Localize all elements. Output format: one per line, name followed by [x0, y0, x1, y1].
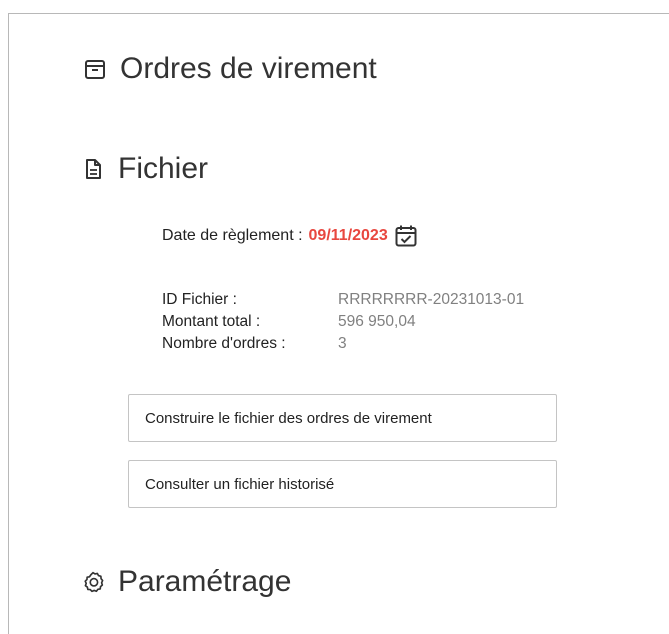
calendar-check-icon[interactable] — [394, 224, 418, 248]
fichier-info: ID Fichier : RRRRRRRR-20231013-01 Montan… — [162, 289, 524, 355]
section-ordres-heading: Ordres de virement — [84, 52, 377, 86]
consult-history-button[interactable]: Consulter un fichier historisé — [128, 460, 557, 508]
info-label: ID Fichier : — [162, 291, 237, 308]
info-value: 3 — [338, 335, 347, 352]
section-fichier-heading: Fichier — [82, 152, 208, 186]
date-reglement-label: Date de règlement : — [162, 227, 303, 244]
section-parametrage-heading: Paramétrage — [82, 565, 291, 599]
info-row-id: ID Fichier : RRRRRRRR-20231013-01 — [162, 289, 524, 311]
section-parametrage-title: Paramétrage — [118, 565, 292, 598]
info-row-nombre: Nombre d'ordres : 3 — [162, 333, 524, 355]
archive-box-icon — [84, 58, 106, 80]
section-fichier-title: Fichier — [118, 152, 209, 185]
date-reglement-row: Date de règlement : 09/11/2023 — [162, 224, 418, 248]
date-reglement-value: 09/11/2023 — [308, 227, 388, 244]
gear-icon — [82, 571, 104, 593]
build-file-button[interactable]: Construire le fichier des ordres de vire… — [128, 394, 557, 442]
info-value: 596 950,04 — [338, 313, 416, 330]
info-row-montant: Montant total : 596 950,04 — [162, 311, 524, 333]
info-label: Nombre d'ordres : — [162, 335, 286, 352]
info-label: Montant total : — [162, 313, 261, 330]
info-value: RRRRRRRR-20231013-01 — [338, 291, 525, 308]
document-icon — [82, 158, 104, 180]
section-ordres-title: Ordres de virement — [120, 52, 377, 85]
